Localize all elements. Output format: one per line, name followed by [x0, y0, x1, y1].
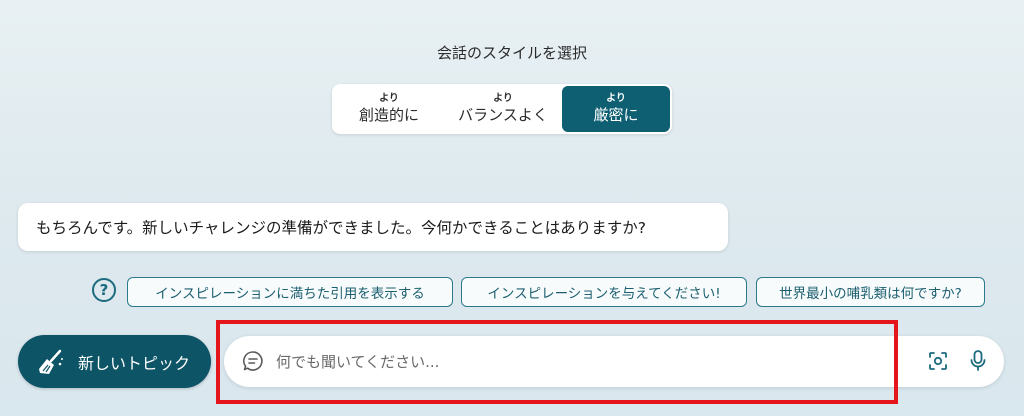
suggestion-chip[interactable]: インスピレーションに満ちた引用を表示する [127, 277, 453, 307]
suggestion-chip[interactable]: 世界最小の哺乳類は何ですか? [756, 277, 985, 307]
conversation-style-title: 会話のスタイルを選択 [436, 44, 587, 62]
style-option-label: バランスよく [458, 106, 548, 124]
suggestion-chip[interactable]: インスピレーションを与えてください! [461, 277, 747, 307]
bot-message: もちろんです。新しいチャレンジの準備ができました。今何かできることはありますか? [18, 203, 728, 251]
style-option-prefix: より [379, 93, 399, 104]
question-help-icon[interactable]: ? [92, 278, 116, 302]
style-option-prefix: より [493, 93, 513, 104]
microphone-icon[interactable] [967, 349, 989, 373]
style-option-label: 厳密に [593, 106, 639, 124]
style-option-creative[interactable]: より 創造的に [334, 86, 444, 132]
conversation-style-selector: より 創造的に より バランスよく より 厳密に [332, 84, 672, 134]
new-topic-button[interactable]: 新しいトピック [18, 335, 211, 388]
style-option-label: 創造的に [358, 106, 419, 124]
new-topic-label: 新しいトピック [78, 353, 191, 373]
visual-search-camera-icon[interactable] [927, 350, 949, 372]
broom-icon [36, 347, 66, 377]
chat-bubble-icon [242, 350, 264, 372]
chat-input-bar [224, 336, 1004, 387]
style-option-precise[interactable]: より 厳密に [562, 86, 670, 132]
style-option-prefix: より [606, 93, 626, 104]
style-option-balanced[interactable]: より バランスよく [444, 86, 562, 132]
chat-input[interactable] [276, 336, 916, 387]
